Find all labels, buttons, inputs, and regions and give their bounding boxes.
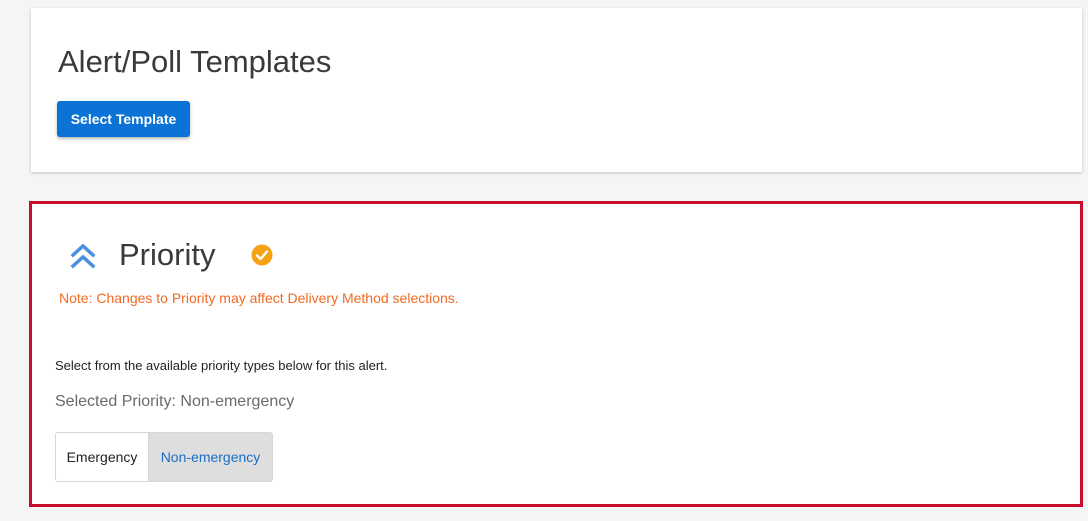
priority-title: Priority (119, 237, 216, 272)
templates-title: Alert/Poll Templates (58, 44, 332, 79)
selected-priority-label: Selected Priority: Non-emergency (55, 393, 295, 410)
priority-toggle-group: Emergency Non-emergency (55, 432, 273, 482)
priority-note: Note: Changes to Priority may affect Del… (59, 290, 459, 306)
priority-option-emergency[interactable]: Emergency (56, 433, 149, 481)
double-chevron-up-icon[interactable] (68, 241, 98, 271)
priority-option-non-emergency[interactable]: Non-emergency (149, 433, 272, 481)
select-template-button[interactable]: Select Template (57, 101, 190, 137)
priority-section: Priority Note: Changes to Priority may a… (29, 201, 1083, 507)
check-circle-icon (251, 244, 273, 266)
templates-card: Alert/Poll Templates Select Template (31, 8, 1082, 172)
priority-instruction: Select from the available priority types… (55, 358, 388, 373)
